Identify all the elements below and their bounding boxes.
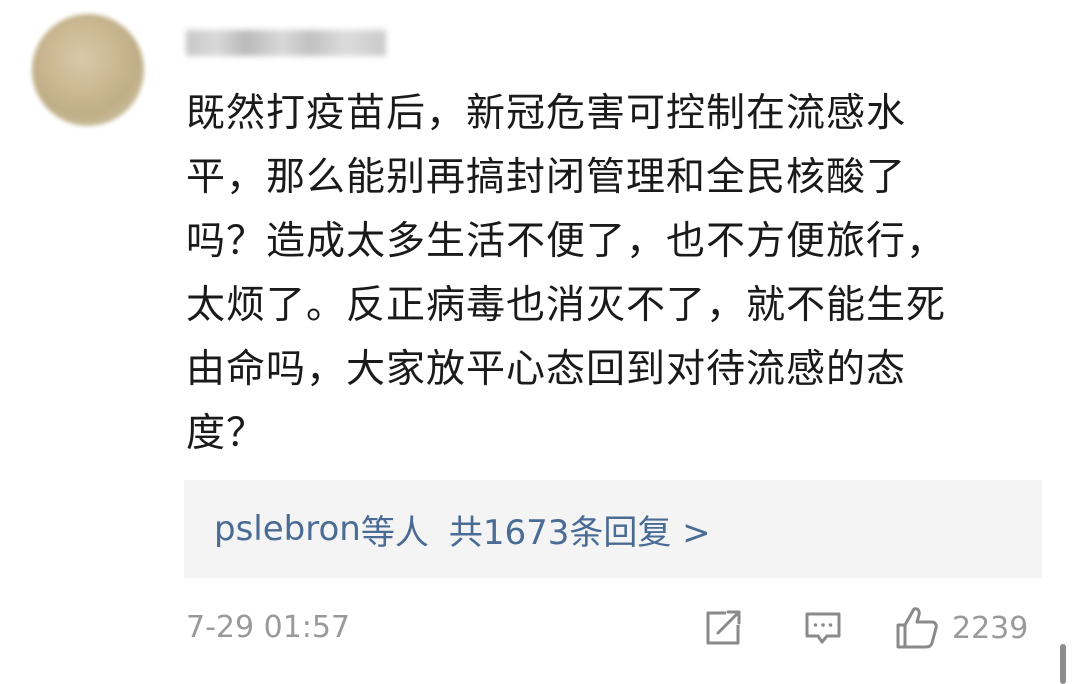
comment-line: 度？ bbox=[186, 411, 267, 456]
timestamp: 7-29 01:57 bbox=[186, 610, 351, 645]
comment-footer: 7-29 01:57 2239 bbox=[186, 604, 1046, 652]
avatar[interactable] bbox=[32, 14, 144, 126]
comment-line: 既然打疫苗后，新冠危害可控制在流感水 bbox=[186, 91, 907, 136]
replier-suffix: 等人 bbox=[360, 512, 429, 553]
like-count: 2239 bbox=[952, 610, 1029, 646]
comment-text: 既然打疫苗后，新冠危害可控制在流感水 平，那么能别再搞封闭管理和全民核酸了 吗？… bbox=[186, 82, 1046, 466]
comment-line: 由命吗，大家放平心态回到对待流感的态 bbox=[186, 347, 907, 392]
replier-name[interactable]: pslebron bbox=[214, 509, 361, 549]
comment-line: 吗？造成太多生活不便了，也不方便旅行， bbox=[186, 219, 947, 264]
replies-preview[interactable]: pslebron 等人 共1673条回复 > bbox=[184, 480, 1042, 578]
reply-count-link[interactable]: 共1673条回复 > bbox=[449, 505, 711, 554]
scrollbar[interactable] bbox=[1060, 644, 1066, 684]
comment-line: 平，那么能别再搞封闭管理和全民核酸了 bbox=[186, 155, 907, 200]
reply-button[interactable] bbox=[802, 604, 844, 652]
comment-line: 太烦了。反正病毒也消灭不了，就不能生死 bbox=[186, 283, 947, 328]
comment-icon bbox=[805, 612, 841, 644]
like-button[interactable]: 2239 bbox=[894, 604, 1028, 652]
username-blurred[interactable] bbox=[186, 30, 386, 56]
thumbs-up-icon bbox=[896, 607, 938, 649]
share-button[interactable] bbox=[702, 604, 744, 652]
share-icon bbox=[706, 610, 741, 645]
